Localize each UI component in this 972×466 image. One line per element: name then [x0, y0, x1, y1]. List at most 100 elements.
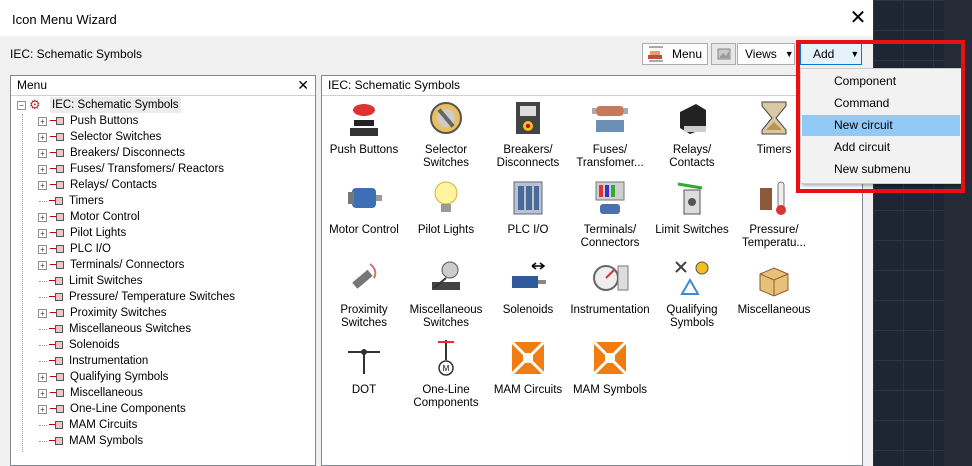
icon-label: Miscellaneous: [409, 304, 483, 316]
tree-item[interactable]: + Push Buttons: [38, 113, 138, 129]
picture-button[interactable]: [711, 43, 736, 65]
tree-item[interactable]: + Selector Switches: [38, 129, 161, 145]
close-icon[interactable]: ✕: [846, 6, 870, 30]
tree-item[interactable]: + Relays/ Contacts: [38, 177, 157, 193]
tree-item-label: Terminals/ Connectors: [70, 259, 185, 271]
icon-tile[interactable]: MAM Circuits: [488, 338, 568, 397]
add-menu-item[interactable]: Component: [802, 71, 960, 92]
tree-item[interactable]: Solenoids: [38, 337, 120, 353]
submenu-icon: [50, 148, 64, 158]
expand-icon[interactable]: +: [38, 260, 47, 270]
close-icon[interactable]: ✕: [297, 76, 309, 95]
add-menu-item[interactable]: New circuit: [802, 115, 960, 136]
submenu-icon: [50, 132, 64, 142]
tree-item[interactable]: + Breakers/ Disconnects: [38, 145, 185, 161]
tree-item[interactable]: MAM Symbols: [38, 433, 143, 449]
icon-tile[interactable]: Miscellaneous Switches: [406, 258, 486, 330]
menu-button[interactable]: Menu: [642, 43, 708, 65]
icon-tile[interactable]: Solenoids: [488, 258, 568, 317]
tree-item[interactable]: + Terminals/ Connectors: [38, 257, 184, 273]
add-menu-item[interactable]: New submenu: [802, 159, 960, 180]
icon-label: MAM Symbols: [572, 384, 648, 396]
icon-label-line2: Temperatu...: [742, 237, 806, 249]
icon-label: Terminals/: [583, 224, 637, 236]
icon-tile[interactable]: Limit Switches: [652, 178, 732, 237]
chevron-down-icon: ▼: [784, 49, 794, 59]
add-menu-item[interactable]: Add circuit: [802, 137, 960, 158]
expand-icon[interactable]: +: [38, 212, 47, 222]
add-dropdown-menu: Component Command New circuit Add circuit Ne…: [800, 68, 962, 184]
tree-item[interactable]: Miscellaneous Switches: [38, 321, 191, 337]
icon-tile[interactable]: Pressure/Temperatu...: [734, 178, 814, 250]
icon-label: Push Buttons: [329, 144, 399, 156]
icon-tile[interactable]: MAM Symbols: [570, 338, 650, 397]
tree-item[interactable]: + Proximity Switches: [38, 305, 167, 321]
icons-panel-title: IEC: Schematic Symbols: [328, 78, 461, 92]
icon-tile[interactable]: PLC I/O: [488, 178, 568, 237]
one-line-icon: M: [426, 338, 466, 378]
views-button[interactable]: Views ▼: [737, 43, 795, 65]
submenu-icon: [50, 404, 64, 414]
tree-root-label: IEC: Schematic Symbols: [50, 97, 181, 113]
expand-icon[interactable]: +: [38, 308, 47, 318]
expand-icon[interactable]: +: [38, 404, 47, 414]
expand-icon[interactable]: +: [38, 228, 47, 238]
icon-tile[interactable]: Fuses/Transfomer...: [570, 98, 650, 170]
expand-icon[interactable]: +: [38, 148, 47, 158]
icon-tile[interactable]: Push Buttons: [324, 98, 404, 157]
tree-connector: [39, 328, 47, 330]
add-button[interactable]: Add ▼: [800, 43, 862, 65]
tree-item[interactable]: Limit Switches: [38, 273, 143, 289]
tree-item-label: Push Buttons: [70, 115, 139, 127]
expand-icon[interactable]: +: [38, 116, 47, 126]
expand-icon[interactable]: +: [38, 372, 47, 382]
tree-item[interactable]: Instrumentation: [38, 353, 148, 369]
root-menu-icon: ⚙: [29, 97, 41, 112]
icon-label: Relays/: [672, 144, 712, 156]
tree-item[interactable]: + Fuses/ Transfomers/ Reactors: [38, 161, 224, 177]
icons-panel-header: IEC: Schematic Symbols: [322, 76, 862, 96]
tree-item[interactable]: + PLC I/O: [38, 241, 111, 257]
expand-icon[interactable]: +: [38, 164, 47, 174]
tree-item[interactable]: + Motor Control: [38, 209, 140, 225]
tree-item-label: Fuses/ Transfomers/ Reactors: [70, 163, 225, 175]
tree-root[interactable]: − ⚙ IEC: Schematic Symbols: [17, 97, 181, 113]
tree-item-label: Limit Switches: [69, 275, 143, 287]
expand-icon[interactable]: +: [38, 132, 47, 142]
add-menu-item[interactable]: Command: [802, 93, 960, 114]
push-button-icon: [344, 98, 384, 138]
icon-tile[interactable]: DOT: [324, 338, 404, 397]
expand-icon[interactable]: +: [38, 244, 47, 254]
icon-tile[interactable]: Relays/Contacts: [652, 98, 732, 170]
limit-switch-icon: [672, 178, 712, 218]
icon-tile[interactable]: Miscellaneous: [734, 258, 814, 317]
tree-item[interactable]: + One-Line Components: [38, 401, 186, 417]
icons-panel: IEC: Schematic Symbols Push Buttons Selec…: [321, 75, 863, 466]
tree-item[interactable]: + Miscellaneous: [38, 385, 143, 401]
icon-tile[interactable]: Proximity Switches: [324, 258, 404, 330]
icon-label-line2: Switches: [340, 317, 388, 329]
icon-tile[interactable]: Terminals/Connectors: [570, 178, 650, 250]
icon-tile[interactable]: Selector Switches: [406, 98, 486, 170]
tree-item[interactable]: + Pilot Lights: [38, 225, 126, 241]
icon-tile[interactable]: Qualifying Symbols: [652, 258, 732, 330]
tree-item[interactable]: + Qualifying Symbols: [38, 369, 168, 385]
tree-item[interactable]: Timers: [38, 193, 104, 209]
icon-tile[interactable]: Instrumentation: [570, 258, 650, 317]
icon-label: Miscellaneous: [737, 304, 811, 316]
hourglass-icon: [754, 98, 794, 138]
selector-switch-icon: [426, 98, 466, 138]
tree-item-label: MAM Symbols: [69, 435, 144, 447]
tree-item[interactable]: MAM Circuits: [38, 417, 137, 433]
icon-label-line2: Switches: [422, 157, 470, 169]
expand-icon[interactable]: +: [38, 388, 47, 398]
submenu-icon: [49, 340, 63, 350]
collapse-icon[interactable]: −: [17, 100, 26, 110]
icon-tile[interactable]: Pilot Lights: [406, 178, 486, 237]
expand-icon[interactable]: +: [38, 180, 47, 190]
icon-tile[interactable]: Motor Control: [324, 178, 404, 237]
icon-tile[interactable]: M One-Line Components: [406, 338, 486, 410]
icon-tile[interactable]: Breakers/Disconnects: [488, 98, 568, 170]
tree-item[interactable]: Pressure/ Temperature Switches: [38, 289, 235, 305]
tree-connector: [39, 344, 47, 346]
